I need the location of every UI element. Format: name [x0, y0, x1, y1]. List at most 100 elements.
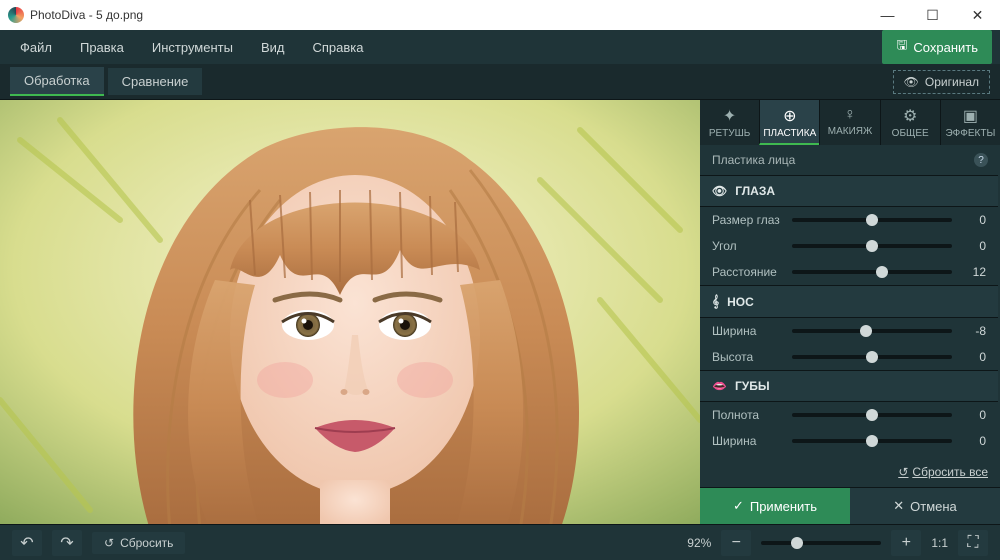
maximize-button[interactable]: ☐ [910, 0, 955, 30]
main: ✦РЕТУШЬ ⊕ПЛАСТИКА ♀МАКИЯЖ ⚙ОБЩЕЕ ▣ЭФФЕКТ… [0, 100, 1000, 524]
slider-value: 0 [960, 213, 986, 227]
cancel-button[interactable]: ✕Отмена [850, 488, 1000, 524]
redo-button[interactable]: ↷ [52, 530, 82, 556]
lips-section-icon: 👄 [712, 379, 727, 393]
slider-row: Ширина 0 [700, 428, 998, 454]
one-to-one-button[interactable]: 1:1 [931, 536, 948, 550]
slider-value: 0 [960, 239, 986, 253]
apply-button[interactable]: ✓Применить [700, 488, 850, 524]
fullscreen-button[interactable]: ⛶ [958, 530, 988, 556]
slider-track[interactable] [792, 218, 952, 222]
save-button[interactable]: 🖫 Сохранить [882, 30, 992, 64]
help-icon[interactable]: ? [974, 153, 988, 167]
retouch-icon: ✦ [700, 106, 759, 126]
slider-track[interactable] [792, 244, 952, 248]
slider-row: Полнота 0 [700, 402, 998, 428]
slider-track[interactable] [792, 270, 952, 274]
reset-icon: ↺ [898, 465, 908, 479]
slider-label: Ширина [712, 324, 784, 338]
bottombar: ↶ ↷ ↺Сбросить 92% − + 1:1 ⛶ [0, 524, 1000, 560]
save-label: Сохранить [913, 40, 978, 55]
zoom-thumb[interactable] [791, 537, 803, 549]
slider-value: 0 [960, 434, 986, 448]
menubar: Файл Правка Инструменты Вид Справка 🖫 Со… [0, 30, 1000, 64]
canvas[interactable] [0, 100, 700, 524]
menu-tools[interactable]: Инструменты [140, 34, 245, 61]
slider-thumb[interactable] [866, 214, 878, 226]
tab-edit[interactable]: Обработка [10, 67, 104, 96]
slider-row: Угол 0 [700, 233, 998, 259]
tab-retouch[interactable]: ✦РЕТУШЬ [700, 100, 759, 145]
plastic-icon: ⊕ [760, 106, 819, 126]
right-panel: ✦РЕТУШЬ ⊕ПЛАСТИКА ♀МАКИЯЖ ⚙ОБЩЕЕ ▣ЭФФЕКТ… [700, 100, 1000, 524]
slider-value: -8 [960, 324, 986, 338]
zoom-slider[interactable] [761, 541, 881, 545]
tab-general[interactable]: ⚙ОБЩЕЕ [880, 100, 940, 145]
slider-thumb[interactable] [876, 266, 888, 278]
original-label: Оригинал [925, 75, 979, 89]
zoom-out-button[interactable]: − [721, 530, 751, 556]
menu-view[interactable]: Вид [249, 34, 297, 61]
slider-label: Полнота [712, 408, 784, 422]
menu-file[interactable]: Файл [8, 34, 64, 61]
slider-thumb[interactable] [866, 351, 878, 363]
general-icon: ⚙ [881, 106, 940, 126]
slider-value: 0 [960, 408, 986, 422]
tab-compare[interactable]: Сравнение [108, 68, 203, 95]
slider-track[interactable] [792, 329, 952, 333]
slider-track[interactable] [792, 355, 952, 359]
undo-button[interactable]: ↶ [12, 530, 42, 556]
panel-header: Пластика лица ? [700, 145, 1000, 175]
eye-icon: 👁 [904, 75, 919, 89]
slider-track[interactable] [792, 439, 952, 443]
section-nose[interactable]: 𝄞НОС [700, 285, 998, 318]
sliders-scroll[interactable]: 👁ГЛАЗА Размер глаз 0Угол 0Расстояние 12 … [700, 175, 1000, 457]
effects-icon: ▣ [941, 106, 1000, 126]
eye-section-icon: 👁 [712, 184, 727, 198]
reset-all-link[interactable]: ↺Сбросить все [898, 465, 988, 479]
check-icon: ✓ [733, 498, 744, 514]
apply-row: ✓Применить ✕Отмена [700, 487, 1000, 524]
portrait-image [0, 100, 700, 524]
section-eyes[interactable]: 👁ГЛАЗА [700, 175, 998, 207]
slider-label: Расстояние [712, 265, 784, 279]
reset-button[interactable]: ↺Сбросить [92, 532, 185, 554]
tab-effects[interactable]: ▣ЭФФЕКТЫ [940, 100, 1000, 145]
slider-thumb[interactable] [866, 435, 878, 447]
menu-help[interactable]: Справка [300, 34, 375, 61]
section-lips[interactable]: 👄ГУБЫ [700, 370, 998, 402]
app-icon [8, 7, 24, 23]
slider-value: 0 [960, 350, 986, 364]
slider-thumb[interactable] [860, 325, 872, 337]
slider-label: Угол [712, 239, 784, 253]
close-button[interactable]: ✕ [955, 0, 1000, 30]
minimize-button[interactable]: — [865, 0, 910, 30]
original-button[interactable]: 👁 Оригинал [893, 70, 990, 94]
slider-row: Ширина -8 [700, 318, 998, 344]
tool-tabs: ✦РЕТУШЬ ⊕ПЛАСТИКА ♀МАКИЯЖ ⚙ОБЩЕЕ ▣ЭФФЕКТ… [700, 100, 1000, 145]
panel-title: Пластика лица [712, 153, 795, 167]
save-icon: 🖫 [896, 36, 907, 58]
x-icon: ✕ [893, 498, 904, 514]
toolbar: Обработка Сравнение 👁 Оригинал [0, 64, 1000, 100]
tab-plastic[interactable]: ⊕ПЛАСТИКА [759, 100, 819, 145]
slider-thumb[interactable] [866, 409, 878, 421]
slider-row: Размер глаз 0 [700, 207, 998, 233]
slider-row: Расстояние 12 [700, 259, 998, 285]
menu-edit[interactable]: Правка [68, 34, 136, 61]
makeup-icon: ♀ [820, 106, 879, 124]
zoom-in-button[interactable]: + [891, 530, 921, 556]
slider-label: Высота [712, 350, 784, 364]
slider-label: Ширина [712, 434, 784, 448]
reset-icon-2: ↺ [104, 536, 114, 550]
slider-row: Улыбка 32 [700, 454, 998, 457]
reset-all-row: ↺Сбросить все [700, 457, 1000, 487]
slider-row: Высота 0 [700, 344, 998, 370]
nose-section-icon: 𝄞 [712, 294, 719, 309]
tab-makeup[interactable]: ♀МАКИЯЖ [819, 100, 879, 145]
slider-track[interactable] [792, 413, 952, 417]
zoom-percent: 92% [687, 536, 711, 550]
slider-value: 12 [960, 265, 986, 279]
slider-thumb[interactable] [866, 240, 878, 252]
slider-label: Размер глаз [712, 213, 784, 227]
